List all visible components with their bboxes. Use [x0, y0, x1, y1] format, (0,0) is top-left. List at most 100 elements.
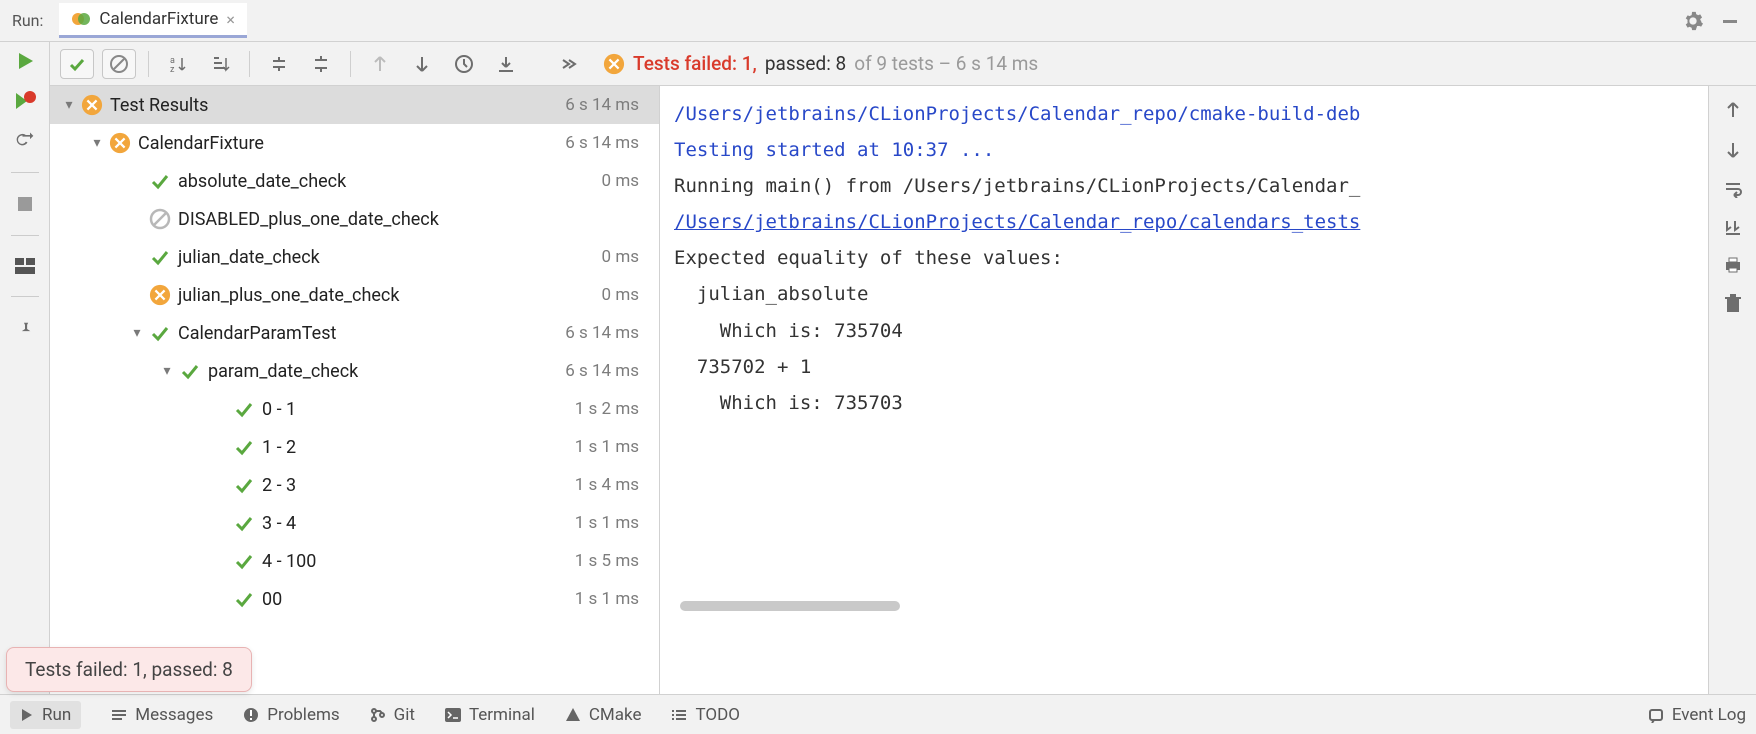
test-name: 3 - 4	[262, 513, 575, 534]
run-config-icon	[71, 9, 91, 29]
soft-wrap-button[interactable]	[1723, 180, 1743, 198]
collapse-all-button[interactable]	[304, 49, 338, 79]
more-button[interactable]	[551, 49, 585, 79]
bottom-tool-bar: Run Messages Problems Git Terminal CMake…	[0, 694, 1756, 734]
expand-arrow-icon[interactable]: ▾	[156, 363, 178, 379]
sort-duration-button[interactable]	[203, 49, 237, 79]
print-button[interactable]	[1723, 256, 1743, 274]
tree-row[interactable]: ▾julian_plus_one_date_check0 ms	[50, 276, 659, 314]
bottom-event-log[interactable]: Event Log	[1648, 705, 1746, 725]
test-name: DISABLED_plus_one_date_check	[178, 209, 639, 230]
bottom-problems-tab[interactable]: Problems	[243, 705, 339, 725]
run-button[interactable]	[14, 50, 36, 72]
tree-row[interactable]: ▾julian_date_check0 ms	[50, 238, 659, 276]
test-duration: 6 s 14 ms	[565, 323, 649, 343]
expand-arrow-icon[interactable]: ▾	[126, 325, 148, 341]
stop-button[interactable]	[16, 195, 34, 213]
test-duration: 6 s 14 ms	[565, 133, 649, 153]
tree-row[interactable]: ▾1 - 21 s 1 ms	[50, 428, 659, 466]
pass-icon	[232, 588, 256, 610]
pass-icon	[232, 474, 256, 496]
show-passed-button[interactable]	[60, 49, 94, 79]
import-tests-button[interactable]	[489, 49, 523, 79]
settings-gear-icon[interactable]	[1674, 10, 1712, 32]
run-label: Run:	[8, 11, 43, 30]
test-history-button[interactable]	[447, 49, 481, 79]
test-name: julian_plus_one_date_check	[178, 285, 602, 306]
test-duration: 1 s 5 ms	[575, 551, 649, 571]
bottom-todo-tab[interactable]: TODO	[671, 705, 739, 725]
skip-icon	[148, 208, 172, 230]
test-name: julian_date_check	[178, 247, 602, 268]
test-duration: 0 ms	[602, 171, 649, 191]
test-tree[interactable]: ▾Test Results6 s 14 ms▾CalendarFixture6 …	[50, 86, 660, 694]
bottom-run-tab[interactable]: Run	[10, 701, 81, 729]
test-name: 4 - 100	[262, 551, 575, 572]
pass-icon	[232, 436, 256, 458]
test-name: CalendarFixture	[138, 133, 565, 154]
rerun-failed-button[interactable]	[13, 90, 37, 112]
tree-row[interactable]: ▾ CalendarFixture6 s 14 ms	[50, 124, 659, 162]
show-ignored-button[interactable]	[102, 49, 136, 79]
test-name: param_date_check	[208, 361, 565, 382]
tree-row[interactable]: ▾absolute_date_check0 ms	[50, 162, 659, 200]
test-duration: 0 ms	[602, 285, 649, 305]
warn-icon	[80, 94, 104, 116]
test-summary: Tests failed: 1, passed: 8 of 9 tests – …	[603, 52, 1038, 75]
bottom-terminal-tab[interactable]: Terminal	[445, 705, 535, 725]
next-failed-button[interactable]	[405, 49, 439, 79]
test-duration: 1 s 1 ms	[575, 589, 649, 609]
svg-text:z: z	[170, 65, 175, 74]
test-name: absolute_date_check	[178, 171, 602, 192]
bottom-git-tab[interactable]: Git	[370, 705, 415, 725]
test-duration: 1 s 1 ms	[575, 513, 649, 533]
status-tooltip: Tests failed: 1, passed: 8	[6, 647, 252, 692]
bottom-messages-tab[interactable]: Messages	[111, 705, 213, 725]
layout-button[interactable]	[15, 258, 35, 274]
scroll-to-end-button[interactable]	[1723, 218, 1743, 236]
expand-all-button[interactable]	[262, 49, 296, 79]
pass-icon	[148, 322, 172, 344]
test-name: 1 - 2	[262, 437, 575, 458]
scroll-down-button[interactable]	[1724, 140, 1742, 160]
prev-failed-button[interactable]	[363, 49, 397, 79]
pass-icon	[232, 550, 256, 572]
toggle-auto-test-button[interactable]	[15, 130, 35, 150]
test-duration: 0 ms	[602, 247, 649, 267]
tree-row[interactable]: ▾0 - 11 s 2 ms	[50, 390, 659, 428]
test-name: Test Results	[110, 95, 565, 116]
horizontal-scrollbar[interactable]	[680, 601, 900, 611]
test-output-console[interactable]: /Users/jetbrains/CLionProjects/Calendar_…	[660, 86, 1708, 694]
tree-row[interactable]: ▾ CalendarParamTest6 s 14 ms	[50, 314, 659, 352]
test-name: CalendarParamTest	[178, 323, 565, 344]
test-duration: 1 s 2 ms	[575, 399, 649, 419]
expand-arrow-icon[interactable]: ▾	[86, 135, 108, 151]
tree-row[interactable]: ▾3 - 41 s 1 ms	[50, 504, 659, 542]
left-gutter	[0, 42, 50, 694]
test-toolbar: az Tests failed: 1, passed: 8 of 9 tests…	[50, 42, 1756, 86]
tree-row[interactable]: ▾param_date_check6 s 14 ms	[50, 352, 659, 390]
clear-button[interactable]	[1724, 294, 1742, 314]
bottom-cmake-tab[interactable]: CMake	[565, 705, 642, 725]
tree-row[interactable]: ▾4 - 1001 s 5 ms	[50, 542, 659, 580]
warn-icon	[603, 53, 625, 75]
close-tab-icon[interactable]: ×	[226, 10, 235, 29]
tab-title: CalendarFixture	[99, 9, 218, 29]
tree-row[interactable]: ▾DISABLED_plus_one_date_check	[50, 200, 659, 238]
warn-icon	[108, 132, 132, 154]
test-name: 00	[262, 589, 575, 610]
scroll-up-button[interactable]	[1724, 100, 1742, 120]
test-duration: 1 s 1 ms	[575, 437, 649, 457]
top-bar: Run: CalendarFixture ×	[0, 0, 1756, 42]
test-duration: 1 s 4 ms	[575, 475, 649, 495]
tree-row[interactable]: ▾001 s 1 ms	[50, 580, 659, 618]
pin-button[interactable]	[16, 319, 34, 337]
tree-row[interactable]: ▾2 - 31 s 4 ms	[50, 466, 659, 504]
sort-alpha-button[interactable]: az	[161, 49, 195, 79]
pass-icon	[232, 398, 256, 420]
run-tab[interactable]: CalendarFixture ×	[59, 3, 247, 38]
expand-arrow-icon[interactable]: ▾	[58, 97, 80, 113]
right-gutter	[1708, 86, 1756, 694]
minimize-icon[interactable]	[1712, 11, 1748, 31]
tree-row[interactable]: ▾Test Results6 s 14 ms	[50, 86, 659, 124]
